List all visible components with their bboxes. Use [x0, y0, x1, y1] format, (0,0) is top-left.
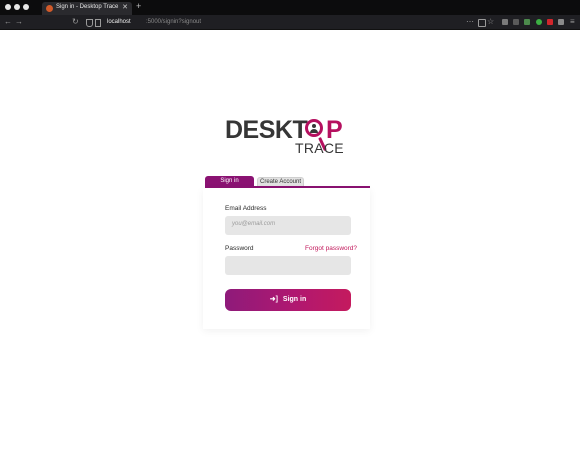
extension-icon[interactable] — [536, 19, 542, 25]
forgot-password-link[interactable]: Forgot password? — [305, 245, 357, 253]
address-bar[interactable]: localhost :5000/signin?signout — [82, 17, 460, 27]
extension-icon[interactable] — [547, 19, 553, 25]
signin-button[interactable]: ➜] Sign in — [225, 289, 351, 311]
minimize-window-dot[interactable] — [14, 4, 20, 10]
password-field[interactable] — [225, 256, 351, 275]
signin-button-label: Sign in — [282, 296, 307, 303]
magnifier-icon — [305, 119, 323, 137]
email-placeholder: you@email.com — [232, 221, 276, 227]
url-path: :5000/signin?signout — [146, 19, 202, 25]
person-icon — [310, 129, 318, 133]
new-tab-icon[interactable]: + — [136, 1, 141, 11]
more-icon[interactable]: ⋯ — [466, 16, 474, 28]
email-field[interactable]: you@email.com — [225, 216, 351, 235]
person-icon — [312, 124, 316, 128]
extension-icon[interactable] — [524, 19, 530, 25]
reader-icon[interactable] — [478, 19, 486, 27]
browser-tab[interactable]: Sign in - Desktop Trace ✕ — [42, 2, 132, 15]
tab-create-account[interactable]: Create Account — [257, 177, 304, 186]
bookmark-star-icon[interactable]: ☆ — [487, 16, 494, 28]
tab-signin[interactable]: Sign in — [205, 176, 254, 186]
back-icon[interactable]: ← — [4, 16, 12, 28]
close-icon[interactable]: ✕ — [122, 3, 128, 11]
logo-subtext: TRACE — [295, 140, 344, 156]
extension-icon[interactable] — [558, 19, 564, 25]
brand-logo: DESKT P TRACE — [225, 117, 355, 159]
shield-icon — [86, 19, 93, 27]
extension-icon[interactable] — [502, 19, 508, 25]
favicon-icon — [46, 5, 53, 12]
browser-tabbar: Sign in - Desktop Trace ✕ + — [0, 0, 580, 15]
browser-navbar: ← → ↻ localhost :5000/signin?signout ⋯ ☆… — [0, 15, 580, 30]
forward-icon[interactable]: → — [15, 16, 23, 28]
tab-title: Sign in - Desktop Trace — [56, 4, 119, 10]
page-icon — [95, 19, 101, 27]
url-host: localhost — [107, 19, 131, 25]
sign-in-icon: ➜] — [269, 296, 278, 303]
password-label: Password — [225, 245, 254, 252]
menu-icon[interactable]: ≡ — [570, 16, 575, 28]
reload-icon[interactable]: ↻ — [72, 16, 79, 28]
close-window-dot[interactable] — [5, 4, 11, 10]
extension-icon[interactable] — [513, 19, 519, 25]
maximize-window-dot[interactable] — [23, 4, 29, 10]
email-label: Email Address — [225, 205, 267, 212]
